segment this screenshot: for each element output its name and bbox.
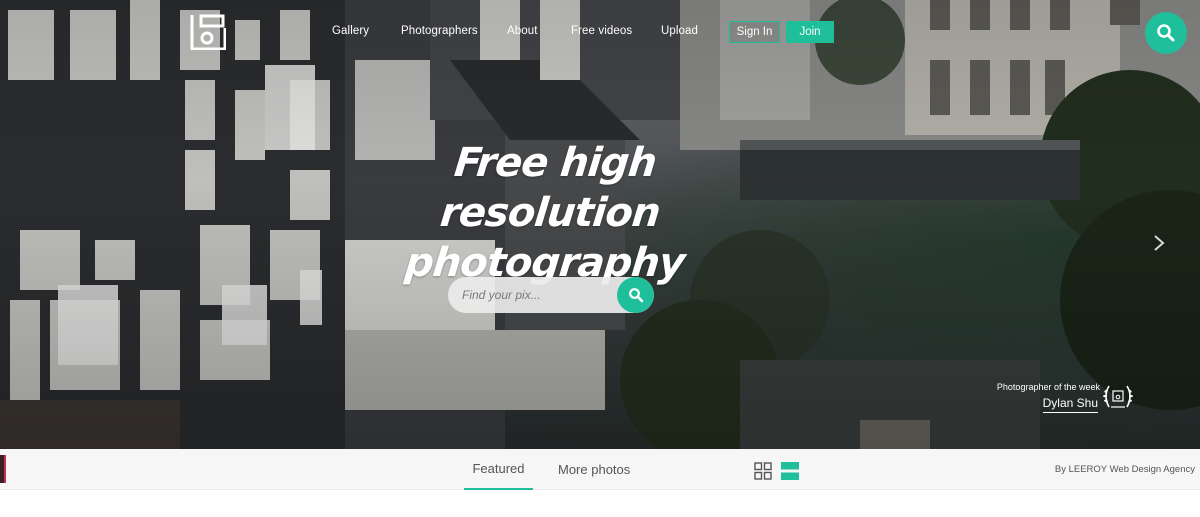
join-button[interactable]: Join (786, 21, 834, 43)
list-view-icon[interactable] (781, 462, 799, 480)
photographer-of-week-name[interactable]: Dylan Shu (1000, 396, 1098, 413)
search-input[interactable] (462, 277, 612, 313)
photographer-name-link[interactable]: Dylan Shu (1042, 396, 1098, 413)
search-icon (628, 288, 643, 303)
search-submit-button[interactable] (617, 277, 654, 313)
hero-headline-line1: Free high resolution (438, 140, 662, 236)
nav-upload[interactable]: Upload (661, 25, 698, 37)
hero-headline: Free high resolution photography (352, 138, 748, 288)
chevron-right-icon[interactable] (1152, 233, 1166, 253)
header-search-button[interactable] (1145, 12, 1187, 54)
tab-featured[interactable]: Featured (464, 449, 533, 490)
tab-more-photos[interactable]: More photos (558, 449, 630, 490)
photographer-of-week-label: Photographer of the week (996, 382, 1100, 392)
nav-photographers[interactable]: Photographers (401, 25, 478, 37)
side-tab-marker[interactable] (0, 455, 6, 483)
laurel-badge-icon (1103, 385, 1133, 408)
agency-credit[interactable]: By LEEROY Web Design Agency (1055, 449, 1195, 490)
logo-icon[interactable] (190, 14, 226, 50)
nav-about[interactable]: About (507, 25, 538, 37)
nav-gallery[interactable]: Gallery (332, 25, 369, 37)
grid-view-icon[interactable] (754, 462, 772, 480)
sign-in-button[interactable]: Sign In (729, 21, 780, 43)
search-icon (1157, 24, 1175, 42)
nav-free-videos[interactable]: Free videos (571, 25, 632, 37)
